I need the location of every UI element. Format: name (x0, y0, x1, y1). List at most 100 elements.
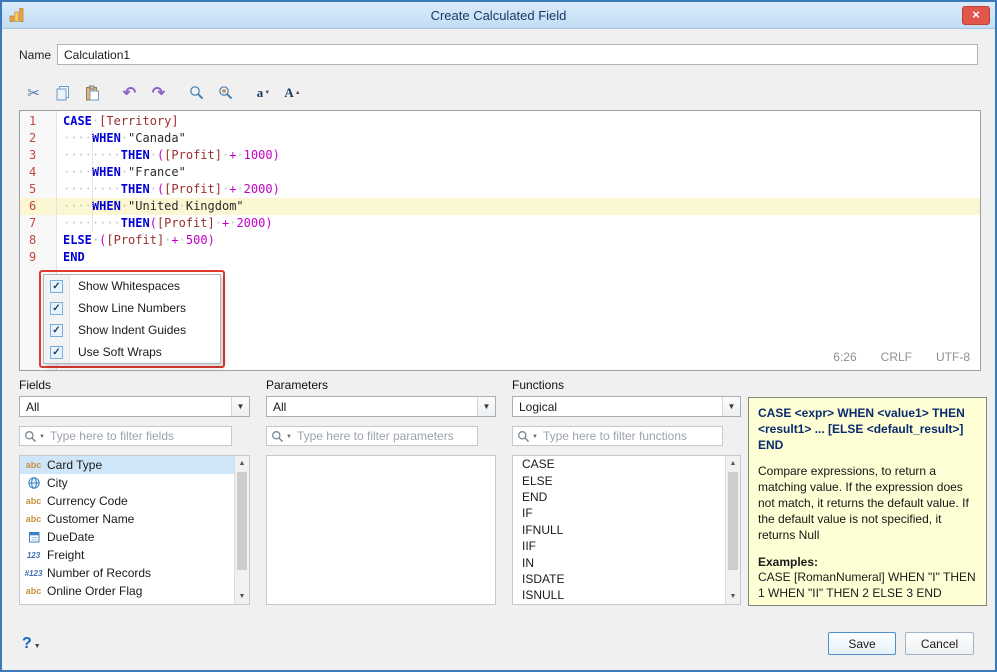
function-item-else[interactable]: ELSE (513, 472, 725, 488)
functions-list[interactable]: CASE ELSE END IF IFNULL IIF IN ISDATE ISNULL ▲ ▼ (512, 455, 741, 605)
function-description: Compare expressions, to return a matchin… (758, 464, 969, 542)
up-arrow-icon: ▲ (294, 89, 301, 96)
editor-statusbar: 6:26 CRLF UTF-8 (833, 349, 970, 366)
function-item-if[interactable]: IF (513, 505, 725, 521)
function-item-ifnull[interactable]: IFNULL (513, 522, 725, 538)
editor-toolbar: ✂ ↶ ↷ a ▼ A ▲ (24, 83, 302, 102)
functions-list-rows: CASE ELSE END IF IFNULL IIF IN ISDATE ISNULL (513, 456, 725, 604)
menu-item-show-line-numbers[interactable]: ✓ Show Line Numbers (44, 297, 220, 319)
code-line-1[interactable]: 1 CASE·[Territory] (20, 113, 980, 130)
functions-scrollbar[interactable]: ▲ ▼ (725, 456, 740, 604)
menu-check-cell: ✓ (44, 319, 70, 341)
line-number: 1 (29, 114, 37, 128)
cancel-button[interactable]: Cancel (905, 632, 974, 655)
code-line-6[interactable]: 6 ····WHEN·"United·Kingdom" (20, 198, 980, 215)
code-line-5[interactable]: 5 ········THEN·([Profit]·+·2000) (20, 181, 980, 198)
menu-item-use-soft-wraps[interactable]: ✓ Use Soft Wraps (44, 341, 220, 363)
scroll-up-icon[interactable]: ▲ (726, 456, 740, 471)
code-token: ) (272, 148, 280, 162)
function-item-in[interactable]: IN (513, 554, 725, 570)
chevron-down-icon[interactable]: ▼ (39, 434, 45, 440)
copy-icon[interactable] (53, 83, 72, 102)
fields-type-dropdown[interactable]: All ▼ (19, 396, 250, 417)
chevron-down-icon[interactable]: ▼ (722, 397, 740, 416)
expression-editor[interactable]: 1 CASE·[Territory] 2 ····WHEN·"Canada" 3 ····… (19, 110, 981, 371)
name-value: Calculation1 (64, 47, 131, 62)
code-token: END (63, 250, 85, 264)
field-item-card-type[interactable]: abc Card Type (20, 456, 234, 474)
replace-icon[interactable] (216, 83, 235, 102)
help-button[interactable]: ? ▼ (22, 635, 41, 653)
field-item-currency-code[interactable]: abc Currency Code (20, 492, 234, 510)
fields-filter-input[interactable]: ▼ Type here to filter fields (19, 426, 232, 446)
function-item-end[interactable]: END (513, 489, 725, 505)
indent-guide (92, 130, 93, 232)
function-item-case[interactable]: CASE (513, 456, 725, 472)
functions-panel: Functions Logical ▼ ▼ Type here to filte… (512, 378, 741, 605)
function-item-iif[interactable]: IIF (513, 538, 725, 554)
field-item-city[interactable]: City (20, 474, 234, 492)
paste-icon[interactable] (82, 83, 101, 102)
name-input[interactable]: Calculation1 (57, 44, 978, 65)
menu-item-show-whitespaces[interactable]: ✓ Show Whitespaces (44, 275, 220, 297)
code-line-8[interactable]: 8 ELSE·([Profit]·+·500) (20, 232, 980, 249)
code-line-2[interactable]: 2 ····WHEN·"Canada" (20, 130, 980, 147)
code-token: THEN (120, 216, 150, 230)
chevron-down-icon[interactable]: ▼ (477, 397, 495, 416)
parameters-filter-input[interactable]: ▼ Type here to filter parameters (266, 426, 478, 446)
scroll-up-icon[interactable]: ▲ (235, 456, 249, 471)
redo-icon[interactable]: ↷ (149, 83, 168, 102)
find-icon[interactable] (187, 83, 206, 102)
close-icon[interactable]: × (962, 6, 990, 25)
field-item-freight[interactable]: 123 Freight (20, 546, 234, 564)
menu-item-show-indent-guides[interactable]: ✓ Show Indent Guides (44, 319, 220, 341)
code-token: ···· (63, 131, 92, 145)
undo-icon[interactable]: ↶ (120, 83, 139, 102)
fields-filter-placeholder: Type here to filter fields (49, 429, 175, 443)
chevron-down-icon[interactable]: ▼ (231, 397, 249, 416)
functions-category-dropdown[interactable]: Logical ▼ (512, 396, 741, 417)
code-line-9[interactable]: 9 END (20, 249, 980, 266)
scrollbar-thumb[interactable] (728, 472, 738, 570)
chevron-down-icon[interactable]: ▼ (286, 434, 292, 440)
field-item-number-of-records[interactable]: #123 Number of Records (20, 564, 234, 582)
field-item-label: Number of Records (47, 566, 152, 580)
scrollbar-thumb[interactable] (237, 472, 247, 570)
increase-font-icon[interactable]: A ▲ (283, 83, 302, 102)
chevron-down-icon[interactable]: ▼ (532, 434, 538, 440)
code-token: ( (149, 216, 157, 230)
decrease-font-icon[interactable]: a ▼ (254, 83, 273, 102)
save-button[interactable]: Save (828, 632, 896, 655)
create-calculated-field-dialog: Create Calculated Field × Name Calculati… (0, 0, 997, 672)
code-token: [Profit] (164, 182, 222, 196)
fields-panel-label: Fields (19, 378, 52, 392)
code-area[interactable]: 1 CASE·[Territory] 2 ····WHEN·"Canada" 3 ····… (20, 113, 980, 266)
function-item-isdate[interactable]: ISDATE (513, 571, 725, 587)
code-token: · (178, 199, 186, 213)
fields-scrollbar[interactable]: ▲ ▼ (234, 456, 249, 604)
parameters-type-dropdown[interactable]: All ▼ (266, 396, 496, 417)
fields-panel: Fields All ▼ ▼ Type here to filter field… (19, 378, 250, 605)
parameters-list[interactable] (266, 455, 496, 605)
code-line-3[interactable]: 3 ········THEN·([Profit]·+·1000) (20, 147, 980, 164)
functions-filter-input[interactable]: ▼ Type here to filter functions (512, 426, 723, 446)
scroll-down-icon[interactable]: ▼ (726, 589, 740, 604)
code-line-4[interactable]: 4 ····WHEN·"France" (20, 164, 980, 181)
field-item-label: City (47, 476, 68, 490)
code-line-7[interactable]: 7 ········THEN([Profit]·+·2000) (20, 215, 980, 232)
menu-check-cell: ✓ (44, 275, 70, 297)
fields-list[interactable]: abc Card Type City abc Currency Code abc Custo… (19, 455, 250, 605)
code-token: · (120, 165, 129, 179)
fields-list-rows: abc Card Type City abc Currency Code abc Custo… (20, 456, 234, 604)
function-item-isnull[interactable]: ISNULL (513, 587, 725, 603)
code-token: WHEN (91, 165, 121, 179)
menu-check-cell: ✓ (44, 297, 70, 319)
field-item-online-order-flag[interactable]: abc Online Order Flag (20, 582, 234, 600)
code-token: 2000 (243, 182, 273, 196)
field-item-duedate[interactable]: DueDate (20, 528, 234, 546)
code-token: 1000 (243, 148, 273, 162)
field-item-customer-name[interactable]: abc Customer Name (20, 510, 234, 528)
scroll-down-icon[interactable]: ▼ (235, 589, 249, 604)
cut-icon[interactable]: ✂ (24, 83, 43, 102)
code-token: THEN (120, 182, 150, 196)
